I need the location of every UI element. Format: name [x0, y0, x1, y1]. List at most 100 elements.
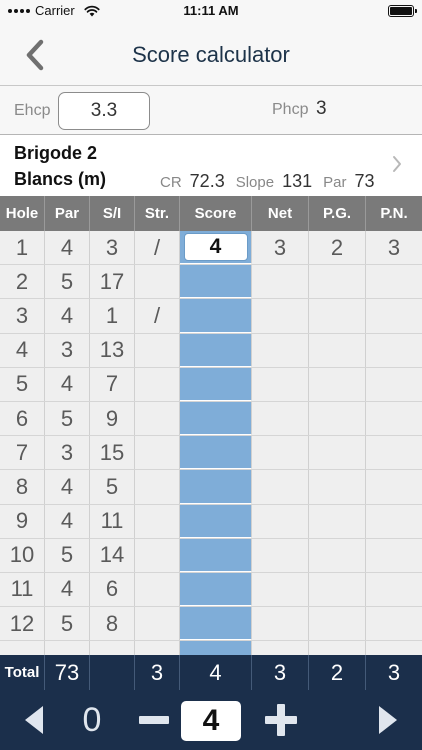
- cell-net: [252, 641, 309, 655]
- cell-pn: [366, 265, 422, 298]
- table-row: 10 5 14: [0, 538, 422, 573]
- cell-net: [252, 538, 309, 572]
- cell-str: [135, 367, 180, 401]
- total-score: 4: [180, 655, 252, 690]
- cell-si: 8: [90, 607, 135, 641]
- slope-value: 131: [282, 171, 313, 191]
- cell-par: 5: [45, 538, 90, 572]
- cell-pn: [366, 573, 422, 606]
- total-str: 3: [135, 655, 180, 690]
- status-bar: Carrier 11:11 AM: [0, 0, 422, 22]
- course-tee: Blancs (m): [14, 169, 107, 189]
- cell-str: [135, 504, 180, 538]
- score-table[interactable]: 1 4 3 / 4 3 2 3 2 5 17 3 4 1 / 4 3 13 5 …: [0, 231, 422, 655]
- cell-net: 3: [252, 231, 309, 265]
- cell-str: /: [135, 299, 180, 333]
- table-row: 5 4 7: [0, 367, 422, 402]
- cell-hole: 10: [0, 538, 45, 572]
- header-str: Str.: [135, 196, 180, 231]
- cell-si: 14: [90, 538, 135, 572]
- score-input[interactable]: 4: [183, 233, 248, 262]
- cell-pg: [309, 572, 366, 607]
- cell-score[interactable]: [180, 470, 252, 504]
- cell-str: [135, 265, 180, 299]
- cell-score[interactable]: [180, 299, 252, 333]
- cell-pg: [309, 470, 366, 504]
- course-selector[interactable]: Brigode 2 Blancs (m) CR 72.3 Slope 131 P…: [0, 135, 422, 196]
- ehcp-field[interactable]: 3.3: [58, 92, 150, 130]
- cell-str: [135, 401, 180, 436]
- cell-par: 4: [45, 572, 90, 607]
- cr-value: 72.3: [189, 171, 225, 191]
- next-hole-button[interactable]: [370, 690, 406, 750]
- cell-score[interactable]: [180, 572, 252, 607]
- cell-score[interactable]: [180, 607, 252, 641]
- table-row: 9 4 11: [0, 504, 422, 539]
- triangle-left-icon: [25, 706, 43, 734]
- table-header: Hole Par S/I Str. Score Net P.G. P.N.: [0, 196, 422, 231]
- cell-pn: [366, 436, 422, 469]
- minus-button[interactable]: [136, 690, 172, 750]
- cell-par: 3: [45, 436, 90, 470]
- cell-par: 5: [45, 401, 90, 436]
- cell-score[interactable]: [180, 641, 252, 655]
- cell-score[interactable]: [180, 504, 252, 538]
- cell-par: 4: [45, 470, 90, 504]
- header-score: Score: [180, 196, 252, 231]
- cell-pg: [309, 504, 366, 538]
- cell-pn: [366, 299, 422, 332]
- plus-button[interactable]: [262, 690, 300, 750]
- cell-si: 9: [90, 401, 135, 436]
- score-stepper-value[interactable]: 4: [181, 701, 241, 741]
- cell-si: [90, 641, 135, 655]
- page-title: Score calculator: [132, 42, 290, 67]
- total-label: Total: [0, 655, 45, 690]
- slope-label: Slope: [235, 174, 275, 191]
- cell-score[interactable]: [180, 401, 252, 436]
- cell-si: 7: [90, 367, 135, 401]
- table-row: 3 4 1 /: [0, 299, 422, 334]
- cell-str: [135, 436, 180, 470]
- cell-net: [252, 401, 309, 436]
- cell-hole: 3: [0, 299, 45, 333]
- cell-hole: 1: [0, 231, 45, 265]
- table-row: 7 3 15: [0, 436, 422, 471]
- total-pn: 3: [387, 659, 401, 685]
- header-par: Par: [45, 196, 90, 231]
- header-net: Net: [252, 196, 309, 231]
- cell-str: [135, 538, 180, 572]
- phcp-label: Phcp: [272, 101, 309, 118]
- cell-si: 17: [90, 265, 135, 299]
- cell-score[interactable]: 4: [180, 231, 252, 265]
- cell-si: 1: [90, 299, 135, 333]
- table-row: 11 4 6: [0, 572, 422, 608]
- cell-si: 11: [90, 504, 135, 538]
- cell-score[interactable]: [180, 436, 252, 470]
- cell-str: [135, 607, 180, 641]
- header-pg: P.G.: [309, 196, 366, 231]
- cell-net: [252, 470, 309, 504]
- cell-score[interactable]: [180, 367, 252, 401]
- cell-par: 5: [45, 265, 90, 299]
- total-pg: 2: [309, 655, 366, 690]
- cell-score[interactable]: [180, 265, 252, 299]
- total-row: Total 73 3 4 3 2 3: [0, 655, 422, 690]
- zero-button[interactable]: 0: [74, 690, 110, 750]
- cell-pn: [366, 402, 422, 435]
- cell-score[interactable]: [180, 333, 252, 367]
- cell-pg: [309, 607, 366, 641]
- previous-hole-button[interactable]: [16, 690, 52, 750]
- table-row: 6 5 9: [0, 401, 422, 437]
- table-row: [0, 641, 422, 655]
- cell-hole: 12: [0, 607, 45, 641]
- cell-pg: [309, 367, 366, 401]
- cell-hole: 11: [0, 572, 45, 607]
- cell-pn: [366, 539, 422, 572]
- ehcp-label: Ehcp: [14, 102, 51, 119]
- cell-pn: [366, 505, 422, 538]
- cell-str: [135, 572, 180, 607]
- table-row: 1 4 3 / 4 3 2 3: [0, 231, 422, 266]
- chevron-right-icon: [393, 156, 401, 172]
- cell-si: 3: [90, 231, 135, 265]
- cell-score[interactable]: [180, 538, 252, 572]
